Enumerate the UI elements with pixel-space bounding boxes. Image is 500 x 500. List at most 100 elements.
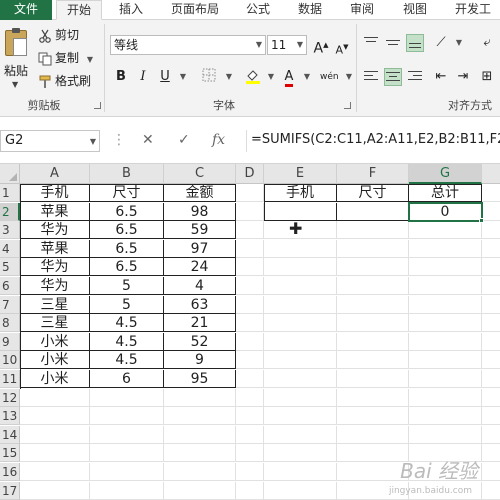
cell-A10[interactable]: 小米 (20, 351, 90, 370)
cell-C16[interactable] (164, 463, 236, 481)
column-header-C[interactable]: C (164, 164, 236, 184)
cell-D2[interactable] (236, 202, 264, 221)
border-button[interactable] (200, 68, 218, 86)
italic-button[interactable]: I (134, 68, 152, 86)
cell-H13[interactable] (482, 407, 500, 426)
cell-E5[interactable] (264, 258, 337, 277)
clipboard-launcher-icon[interactable] (94, 102, 101, 109)
select-all-button[interactable] (0, 164, 20, 184)
cell-B5[interactable]: 6.5 (90, 258, 164, 277)
column-header-F[interactable]: F (337, 164, 409, 184)
cell-D9[interactable] (236, 332, 264, 351)
cell-G8[interactable] (409, 314, 482, 333)
column-header-D[interactable]: D (236, 164, 264, 184)
cell-B2[interactable]: 6.5 (90, 202, 164, 221)
cell-D14[interactable] (236, 425, 264, 444)
cell-A17[interactable] (20, 481, 90, 500)
paste-dropdown-icon[interactable]: ▼ (12, 80, 18, 89)
cell-F1[interactable]: 尺寸 (337, 184, 409, 202)
cell-H5[interactable] (482, 258, 500, 277)
cell-F14[interactable] (337, 425, 409, 444)
orientation-dropdown-icon[interactable]: ▼ (450, 34, 468, 52)
cell-B9[interactable]: 4.5 (90, 332, 164, 351)
cell-D11[interactable] (236, 370, 264, 388)
cell-H8[interactable] (482, 314, 500, 333)
increase-indent-icon[interactable]: ⇥ (454, 68, 472, 86)
column-header-G[interactable]: G (409, 164, 482, 184)
row-header-5[interactable]: 5 (0, 258, 20, 277)
cell-C5[interactable]: 24 (164, 258, 236, 277)
cell-H17[interactable] (482, 482, 500, 500)
cell-D4[interactable] (236, 239, 264, 258)
row-header-9[interactable]: 9 (0, 332, 20, 351)
cell-F4[interactable] (337, 239, 409, 258)
cell-B15[interactable] (90, 444, 164, 463)
middle-align-icon[interactable] (384, 34, 402, 52)
cell-E11[interactable] (264, 370, 337, 388)
row-header-4[interactable]: 4 (0, 239, 20, 258)
row-header-8[interactable]: 8 (0, 314, 20, 333)
decrease-font-button[interactable]: A▼ (333, 38, 351, 57)
cell-B11[interactable]: 6 (90, 370, 164, 388)
row-header-10[interactable]: 10 (0, 351, 20, 370)
cell-H9[interactable] (482, 333, 500, 351)
cell-G5[interactable] (409, 258, 482, 277)
cell-H4[interactable] (482, 240, 500, 258)
cell-A9[interactable]: 小米 (20, 332, 90, 351)
cell-D7[interactable] (236, 295, 264, 314)
cell-D16[interactable] (236, 463, 264, 481)
cell-C3[interactable]: 59 (164, 221, 236, 240)
row-header-3[interactable]: 3 (0, 221, 20, 240)
cell-C6[interactable]: 4 (164, 277, 236, 295)
cell-H7[interactable] (482, 296, 500, 314)
tab-6[interactable]: 审阅 (340, 0, 384, 20)
cell-A15[interactable] (20, 444, 90, 463)
cell-A2[interactable]: 苹果 (20, 202, 90, 221)
formula-input[interactable]: =SUMIFS(C2:C11,A2:A11,E2,B2:B11,F2) (246, 130, 500, 152)
cell-G1[interactable]: 总计 (409, 184, 482, 202)
cell-C12[interactable] (164, 388, 236, 407)
font-color-dropdown-icon[interactable]: ▼ (298, 68, 316, 86)
row-header-2[interactable]: 2 (0, 202, 20, 221)
font-name-select[interactable]: 等线 ▼ (110, 35, 266, 55)
cell-B16[interactable] (90, 463, 164, 481)
decrease-indent-icon[interactable]: ⇤ (432, 68, 450, 86)
row-header-17[interactable]: 17 (0, 481, 20, 500)
tab-5[interactable]: 数据 (288, 0, 332, 20)
cell-F11[interactable] (337, 370, 409, 388)
name-box[interactable]: G2 ▼ (0, 130, 100, 152)
cell-A1[interactable]: 手机 (20, 184, 90, 202)
fill-color-dropdown-icon[interactable]: ▼ (262, 68, 280, 86)
cell-A5[interactable]: 华为 (20, 258, 90, 277)
increase-font-button[interactable]: A▲ (312, 36, 330, 57)
cell-B12[interactable] (90, 388, 164, 407)
cell-B6[interactable]: 5 (90, 277, 164, 295)
cut-button[interactable]: 剪切 (38, 26, 79, 44)
fill-color-button[interactable] (244, 68, 262, 86)
cell-G14[interactable] (409, 425, 482, 444)
border-dropdown-icon[interactable]: ▼ (220, 68, 238, 86)
cell-E4[interactable] (264, 239, 337, 258)
cell-F9[interactable] (337, 332, 409, 351)
cell-F10[interactable] (337, 351, 409, 370)
cell-E7[interactable] (264, 295, 337, 314)
copy-dropdown-icon[interactable]: ▼ (87, 55, 93, 64)
cell-C9[interactable]: 52 (164, 332, 236, 351)
cell-E6[interactable] (264, 277, 337, 295)
cell-B14[interactable] (90, 425, 164, 444)
cell-G11[interactable] (409, 370, 482, 388)
cell-A8[interactable]: 三星 (20, 314, 90, 333)
cell-B1[interactable]: 尺寸 (90, 184, 164, 202)
cell-F8[interactable] (337, 314, 409, 333)
cell-C8[interactable]: 21 (164, 314, 236, 333)
cell-A6[interactable]: 华为 (20, 277, 90, 295)
formula-bar-handle-icon[interactable]: ⋮ (112, 132, 126, 148)
cell-E12[interactable] (264, 388, 337, 407)
cell-B10[interactable]: 4.5 (90, 351, 164, 370)
cell-A4[interactable]: 苹果 (20, 239, 90, 258)
cell-F13[interactable] (337, 407, 409, 426)
wrap-text-icon[interactable]: ⤶ (478, 34, 496, 52)
cell-G12[interactable] (409, 388, 482, 407)
row-header-14[interactable]: 14 (0, 425, 20, 444)
cell-C13[interactable] (164, 407, 236, 426)
